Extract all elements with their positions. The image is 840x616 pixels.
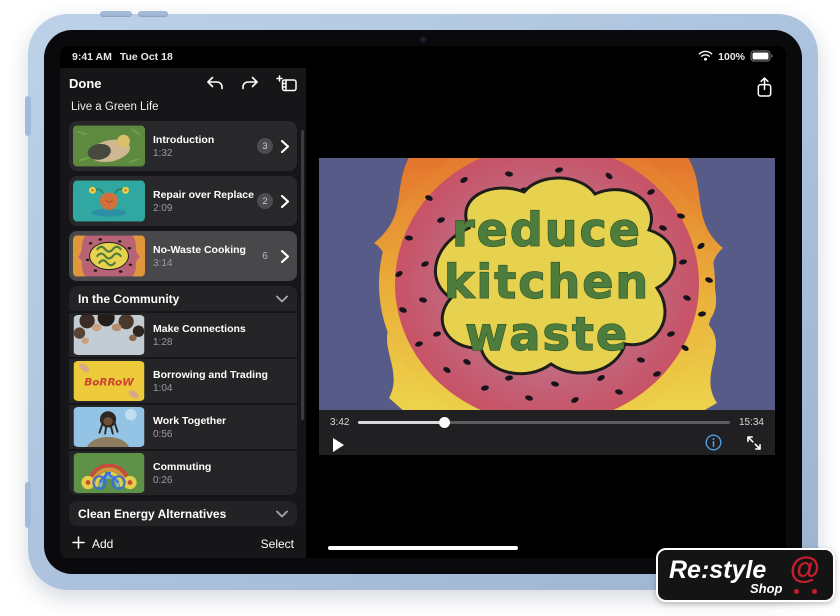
- chevron-right-icon: [281, 140, 289, 153]
- front-camera: [420, 36, 427, 43]
- svg-text:BoRRoW: BoRRoW: [84, 377, 134, 389]
- video-artwork[interactable]: reduce kitchen waste: [319, 158, 775, 410]
- play-icon[interactable]: [333, 438, 344, 452]
- clip-row-borrowing-and-trading[interactable]: BoRRoW Borrowing and Trading 1:04: [69, 357, 297, 403]
- clip-title: No-Waste Cooking: [153, 244, 249, 256]
- battery-percent: 100%: [718, 51, 745, 63]
- clip-row-introduction[interactable]: Introduction 1:32 3: [69, 121, 297, 171]
- add-label: Add: [92, 537, 113, 551]
- share-icon[interactable]: [755, 76, 774, 104]
- clip-count-badge: 3: [257, 138, 273, 154]
- cart-wheel: [794, 589, 799, 594]
- sidebar-scrollbar[interactable]: [301, 130, 304, 420]
- clip-duration: 1:04: [153, 383, 289, 394]
- clip-row-repair-over-replace[interactable]: Repair over Replace 2:09 2: [69, 176, 297, 226]
- clip-count-badge: 6: [257, 248, 273, 264]
- clip-count-badge: 2: [257, 193, 273, 209]
- watermark-logo: Re:style Shop @: [656, 548, 835, 602]
- add-clip-icon[interactable]: [276, 75, 297, 92]
- clip-thumbnail: [73, 407, 145, 447]
- volume-down-button: [138, 11, 168, 17]
- project-title: Live a Green Life: [71, 101, 297, 113]
- total-time: 15:34: [739, 417, 764, 428]
- cart-wheel: [812, 589, 817, 594]
- volume-up-button: [100, 11, 132, 17]
- chevron-down-icon: [276, 290, 288, 308]
- section-header-clean-energy[interactable]: Clean Energy Alternatives: [69, 501, 297, 526]
- section-clean-energy: Clean Energy Alternatives: [69, 501, 297, 526]
- clip-duration: 0:56: [153, 429, 289, 440]
- section-title: Clean Energy Alternatives: [78, 507, 226, 521]
- info-icon[interactable]: [705, 434, 722, 456]
- clip-title: Introduction: [153, 134, 249, 146]
- redo-icon[interactable]: [241, 76, 259, 91]
- page: 9:41 AM Tue Oct 18 100% Done: [0, 0, 840, 616]
- chevron-right-icon: [281, 195, 289, 208]
- clip-title: Work Together: [153, 415, 289, 427]
- wifi-icon: [698, 50, 713, 64]
- ipad-device: 9:41 AM Tue Oct 18 100% Done: [28, 14, 818, 590]
- clip-thumbnail: [73, 235, 145, 277]
- side-button: [25, 482, 31, 528]
- side-button: [25, 96, 31, 136]
- player-progress-track[interactable]: [358, 421, 730, 424]
- player-progress-knob[interactable]: [439, 417, 450, 428]
- status-date: Tue Oct 18: [120, 51, 173, 63]
- add-button[interactable]: Add: [72, 536, 113, 552]
- clip-thumbnail: [73, 315, 145, 355]
- clip-duration: 3:14: [153, 258, 249, 269]
- clip-title: Make Connections: [153, 323, 289, 335]
- section-in-the-community: In the Community Make Connections 1:28: [69, 286, 297, 495]
- player-controls: 3:42 15:34: [319, 410, 775, 455]
- section-header-community[interactable]: In the Community: [69, 286, 297, 311]
- sidebar-footer: Add Select: [60, 530, 306, 558]
- home-indicator[interactable]: [328, 546, 518, 550]
- clip-title: Borrowing and Trading: [153, 369, 289, 381]
- clip-title: Commuting: [153, 461, 289, 473]
- status-time: 9:41 AM: [72, 51, 112, 63]
- viewer-area: reduce kitchen waste 3:42: [306, 68, 786, 558]
- chevron-down-icon: [276, 505, 288, 523]
- plus-icon: [72, 536, 85, 552]
- screen: 9:41 AM Tue Oct 18 100% Done: [60, 46, 786, 558]
- battery-icon: [750, 50, 774, 65]
- artwork-word-3: waste: [465, 307, 629, 361]
- chevron-right-icon: [281, 250, 289, 263]
- clip-row-work-together[interactable]: Work Together 0:56: [69, 403, 297, 449]
- app-content: Done Live a Green Life: [60, 68, 786, 558]
- done-button[interactable]: Done: [69, 76, 102, 91]
- clip-row-no-waste-cooking[interactable]: No-Waste Cooking 3:14 6: [69, 231, 297, 281]
- select-button[interactable]: Select: [261, 537, 294, 551]
- status-bar: 9:41 AM Tue Oct 18 100%: [60, 46, 786, 68]
- artwork-word-1: reduce: [452, 203, 642, 257]
- section-title: In the Community: [78, 292, 179, 306]
- undo-icon[interactable]: [206, 76, 224, 91]
- clip-duration: 1:32: [153, 148, 249, 159]
- clip-row-commuting[interactable]: Commuting 0:26: [69, 449, 297, 495]
- brand-sub: Shop: [750, 581, 783, 596]
- player-progress-played: [358, 421, 443, 424]
- artwork-word-2: kitchen: [444, 255, 650, 309]
- clip-title: Repair over Replace: [153, 189, 249, 201]
- clip-thumbnail: [73, 453, 145, 493]
- clip-sidebar: Done Live a Green Life: [60, 68, 306, 558]
- clip-row-make-connections[interactable]: Make Connections 1:28: [69, 311, 297, 357]
- clip-thumbnail: [73, 180, 145, 222]
- clip-duration: 1:28: [153, 337, 289, 348]
- video-player: reduce kitchen waste 3:42: [319, 158, 775, 455]
- clip-thumbnail: [73, 125, 145, 167]
- clip-thumbnail: BoRRoW: [73, 361, 145, 401]
- bezel: 9:41 AM Tue Oct 18 100% Done: [44, 30, 802, 574]
- elapsed-time: 3:42: [330, 417, 349, 428]
- clip-duration: 2:09: [153, 203, 249, 214]
- sidebar-toolbar: Done: [69, 68, 297, 98]
- clip-duration: 0:26: [153, 475, 289, 486]
- fullscreen-icon[interactable]: [746, 435, 762, 456]
- cart-at-symbol: @: [790, 550, 820, 586]
